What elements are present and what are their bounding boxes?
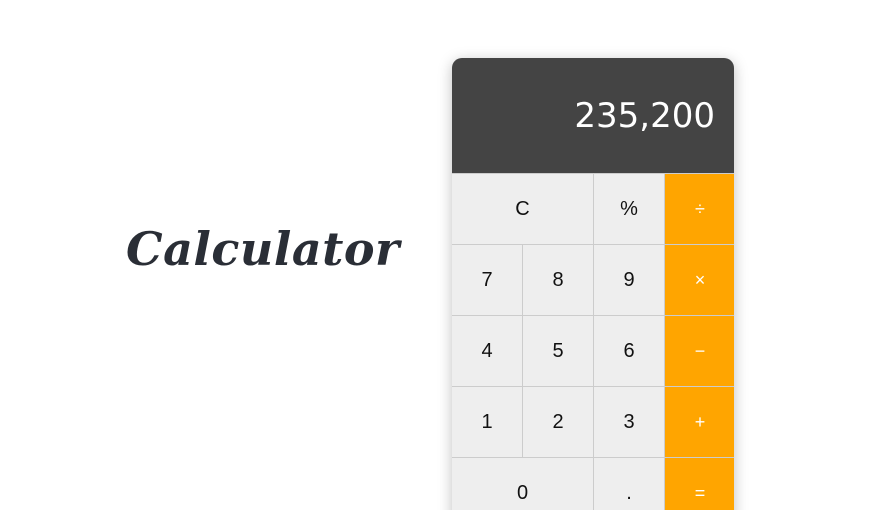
keypad: C % ÷ 7 8 9 × 4 5 6 − 1 2 3 + 0 . = bbox=[452, 173, 734, 510]
digit-8-button[interactable]: 8 bbox=[523, 245, 593, 315]
page-title: Calculator bbox=[126, 222, 400, 276]
digit-6-button[interactable]: 6 bbox=[594, 316, 664, 386]
multiply-button[interactable]: × bbox=[665, 245, 734, 315]
calculator: 235,200 C % ÷ 7 8 9 × 4 5 6 − 1 2 3 + 0 … bbox=[452, 58, 734, 510]
display-value: 235,200 bbox=[574, 95, 715, 136]
digit-7-button[interactable]: 7 bbox=[452, 245, 522, 315]
add-button[interactable]: + bbox=[665, 387, 734, 457]
digit-2-button[interactable]: 2 bbox=[523, 387, 593, 457]
clear-button[interactable]: C bbox=[452, 174, 593, 244]
digit-9-button[interactable]: 9 bbox=[594, 245, 664, 315]
digit-3-button[interactable]: 3 bbox=[594, 387, 664, 457]
digit-1-button[interactable]: 1 bbox=[452, 387, 522, 457]
percent-button[interactable]: % bbox=[594, 174, 664, 244]
equals-button[interactable]: = bbox=[665, 458, 734, 510]
divide-button[interactable]: ÷ bbox=[665, 174, 734, 244]
digit-4-button[interactable]: 4 bbox=[452, 316, 522, 386]
decimal-button[interactable]: . bbox=[594, 458, 664, 510]
calculator-display: 235,200 bbox=[452, 58, 734, 173]
digit-5-button[interactable]: 5 bbox=[523, 316, 593, 386]
digit-0-button[interactable]: 0 bbox=[452, 458, 593, 510]
subtract-button[interactable]: − bbox=[665, 316, 734, 386]
page: Calculator 235,200 C % ÷ 7 8 9 × 4 5 6 −… bbox=[0, 0, 876, 510]
